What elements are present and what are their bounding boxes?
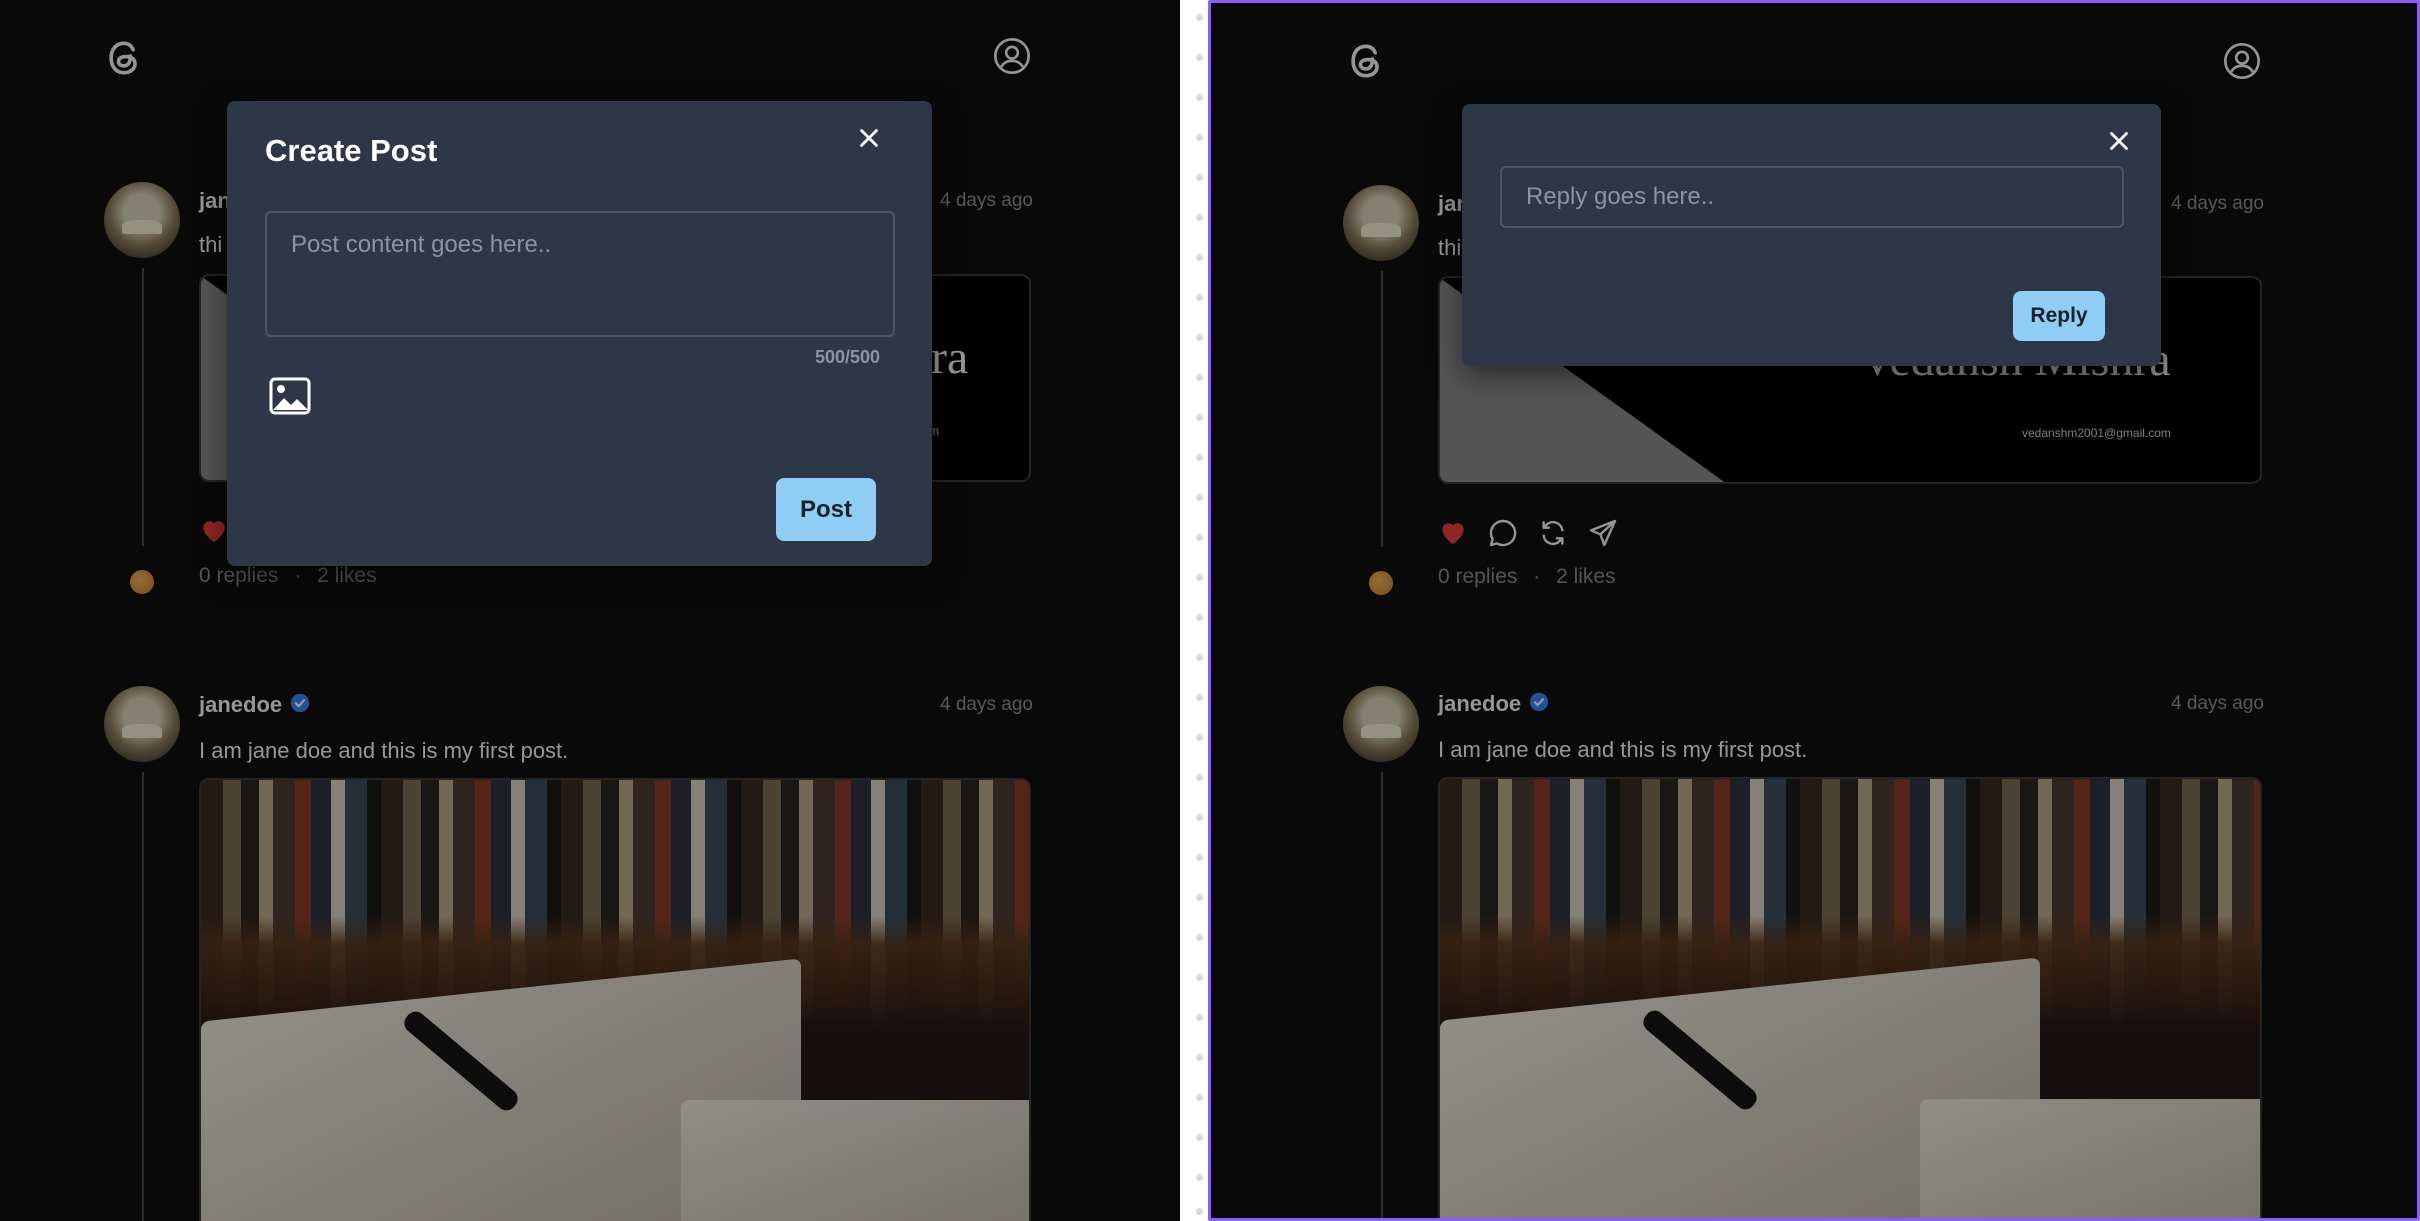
post-content-textarea[interactable] [265,211,895,337]
reply-input[interactable] [1500,166,2124,228]
close-icon[interactable] [2104,126,2134,156]
right-pane: jan 4 days ago thi Vedansh Mishra vedans… [1208,0,2420,1221]
pane-divider [1196,0,1204,1221]
reply-button[interactable]: Reply [2013,291,2105,341]
modal-title: Create Post [265,133,438,168]
post-button[interactable]: Post [776,478,876,541]
create-post-modal: Create Post 500/500 Post [227,101,932,566]
close-icon[interactable] [854,123,884,153]
char-count: 500/500 [815,347,881,367]
image-icon[interactable] [269,377,311,415]
left-pane: jan 4 days ago thi ra m 0 replies · 2 li… [0,0,1180,1221]
reply-modal: Reply [1462,104,2161,366]
